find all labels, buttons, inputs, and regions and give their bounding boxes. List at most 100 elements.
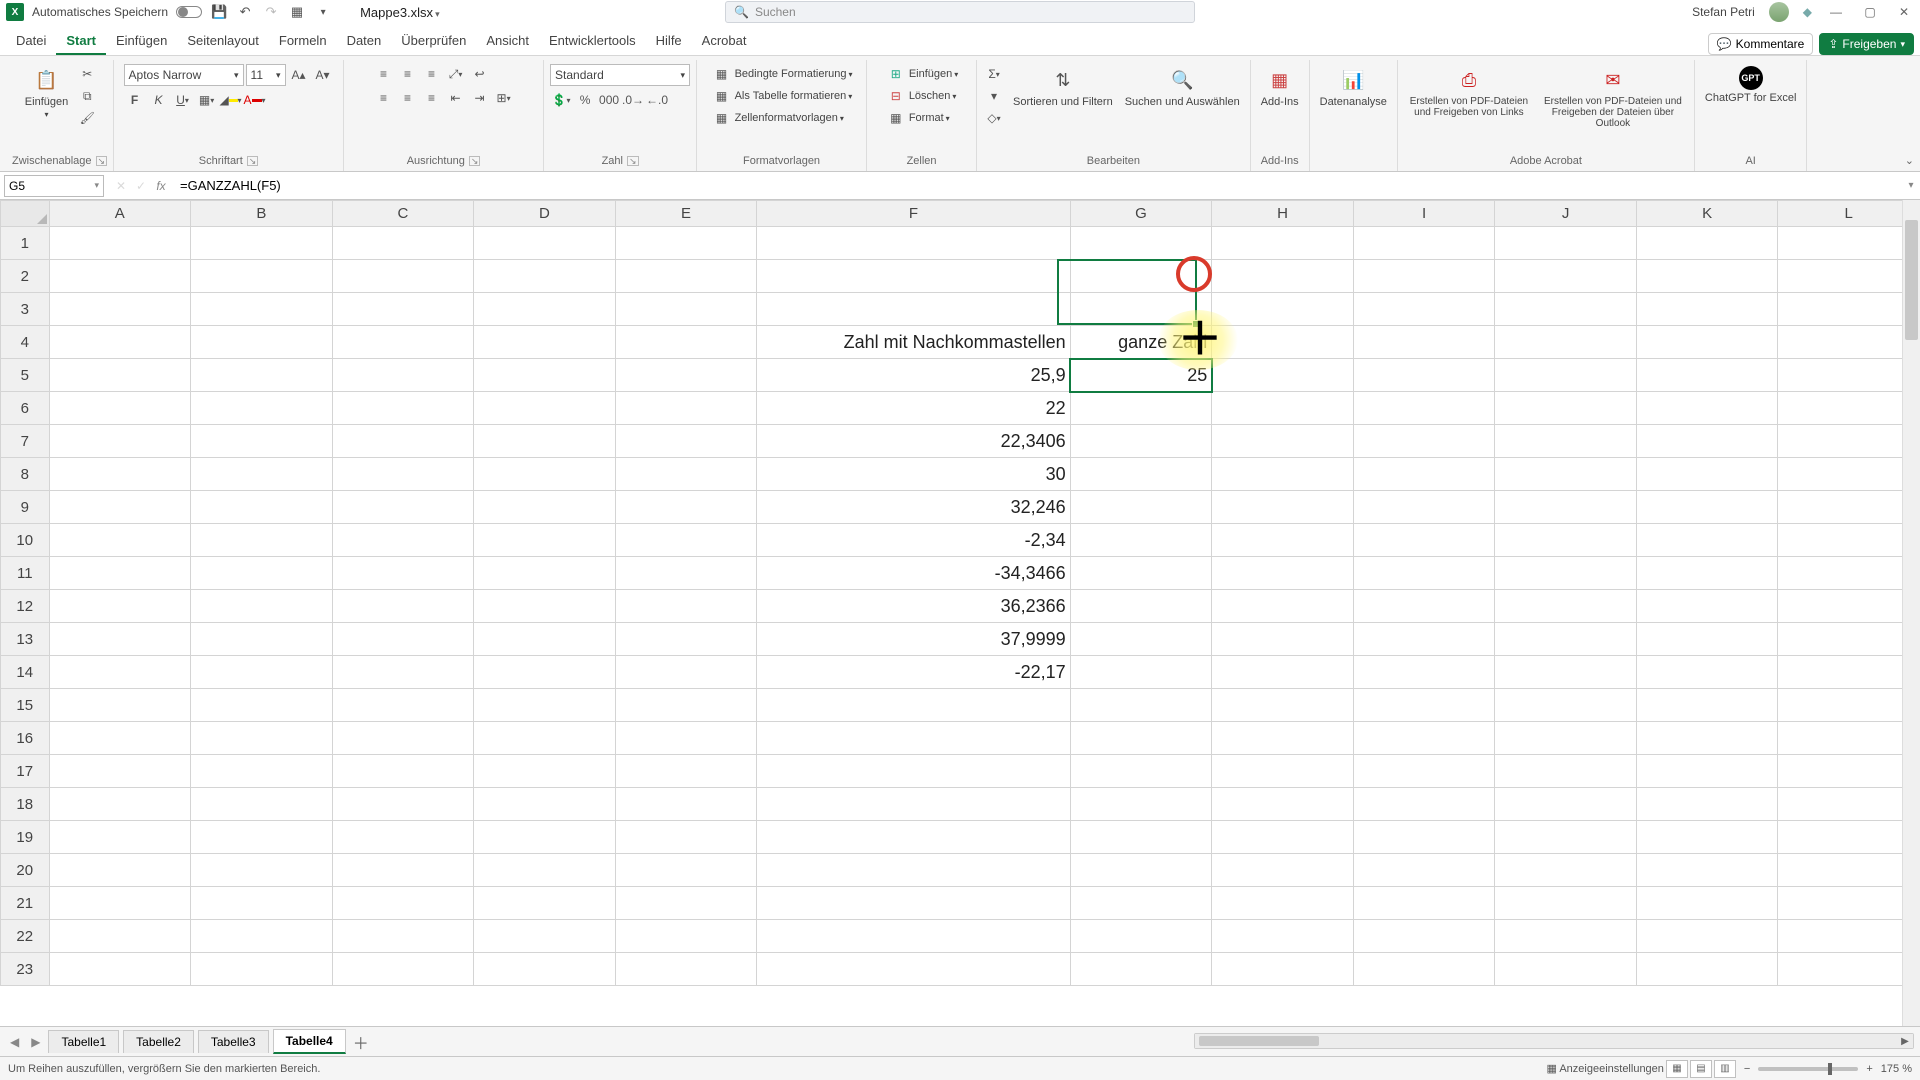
cell-G18[interactable] xyxy=(1070,788,1212,821)
cell-A3[interactable] xyxy=(49,293,191,326)
cell-B12[interactable] xyxy=(191,590,333,623)
tab-help[interactable]: Hilfe xyxy=(646,27,692,55)
cell-G13[interactable] xyxy=(1070,623,1212,656)
cell-B16[interactable] xyxy=(191,722,333,755)
cell-J10[interactable] xyxy=(1495,524,1637,557)
cell-J3[interactable] xyxy=(1495,293,1637,326)
cell-B5[interactable] xyxy=(191,359,333,392)
cell-H18[interactable] xyxy=(1212,788,1354,821)
row-header-12[interactable]: 12 xyxy=(1,590,50,623)
enter-formula-icon[interactable]: ✓ xyxy=(132,179,150,193)
cell-I7[interactable] xyxy=(1353,425,1495,458)
cell-H3[interactable] xyxy=(1212,293,1354,326)
cell-L4[interactable] xyxy=(1778,326,1920,359)
zoom-level[interactable]: 175 % xyxy=(1881,1063,1912,1075)
align-bottom-button[interactable]: ≡ xyxy=(421,64,443,84)
col-header-D[interactable]: D xyxy=(474,201,616,227)
increase-decimal-button[interactable]: .0→ xyxy=(622,90,644,110)
bold-button[interactable]: F xyxy=(124,90,146,110)
cell-F19[interactable] xyxy=(757,821,1070,854)
merge-button[interactable]: ⊞▾ xyxy=(493,88,515,108)
row-header-10[interactable]: 10 xyxy=(1,524,50,557)
cell-J18[interactable] xyxy=(1495,788,1637,821)
sheet-tab-4[interactable]: Tabelle4 xyxy=(273,1029,346,1054)
cell-H17[interactable] xyxy=(1212,755,1354,788)
cell-K22[interactable] xyxy=(1636,920,1778,953)
cell-J15[interactable] xyxy=(1495,689,1637,722)
align-middle-button[interactable]: ≡ xyxy=(397,64,419,84)
formula-bar-expand[interactable]: ▾ xyxy=(1902,180,1920,191)
cell-G6[interactable] xyxy=(1070,392,1212,425)
format-cells-button[interactable]: ▦Format▾ xyxy=(885,108,950,128)
font-name-combo[interactable]: Aptos Narrow▾ xyxy=(124,64,244,86)
row-header-5[interactable]: 5 xyxy=(1,359,50,392)
cell-K15[interactable] xyxy=(1636,689,1778,722)
cell-E22[interactable] xyxy=(615,920,757,953)
cell-F13[interactable]: 37,9999 xyxy=(757,623,1070,656)
cell-E5[interactable] xyxy=(615,359,757,392)
row-header-7[interactable]: 7 xyxy=(1,425,50,458)
cell-D10[interactable] xyxy=(474,524,616,557)
cell-H11[interactable] xyxy=(1212,557,1354,590)
cell-F11[interactable]: -34,3466 xyxy=(757,557,1070,590)
cell-F8[interactable]: 30 xyxy=(757,458,1070,491)
cell-I15[interactable] xyxy=(1353,689,1495,722)
orientation-button[interactable]: ⤢▾ xyxy=(445,64,467,84)
cell-C5[interactable] xyxy=(332,359,474,392)
row-header-6[interactable]: 6 xyxy=(1,392,50,425)
cell-D8[interactable] xyxy=(474,458,616,491)
cell-K16[interactable] xyxy=(1636,722,1778,755)
clear-button[interactable]: ◇▾ xyxy=(983,108,1005,128)
cell-H4[interactable] xyxy=(1212,326,1354,359)
alignment-dialog-launcher[interactable]: ↘ xyxy=(469,156,481,166)
cell-H21[interactable] xyxy=(1212,887,1354,920)
tab-insert[interactable]: Einfügen xyxy=(106,27,177,55)
cell-H16[interactable] xyxy=(1212,722,1354,755)
number-dialog-launcher[interactable]: ↘ xyxy=(627,156,639,166)
cell-L6[interactable] xyxy=(1778,392,1920,425)
paste-button[interactable]: 📋Einfügen▾ xyxy=(21,64,72,121)
tab-acrobat[interactable]: Acrobat xyxy=(692,27,757,55)
cell-A11[interactable] xyxy=(49,557,191,590)
border-button[interactable]: ▦▾ xyxy=(196,90,218,110)
wrap-text-button[interactable]: ↩ xyxy=(469,64,491,84)
cell-F10[interactable]: -2,34 xyxy=(757,524,1070,557)
cell-D1[interactable] xyxy=(474,227,616,260)
cancel-formula-icon[interactable]: ✕ xyxy=(112,179,130,193)
cell-K4[interactable] xyxy=(1636,326,1778,359)
cell-L12[interactable] xyxy=(1778,590,1920,623)
cell-A5[interactable] xyxy=(49,359,191,392)
increase-font-button[interactable]: A▴ xyxy=(288,65,310,85)
cell-E1[interactable] xyxy=(615,227,757,260)
cell-H12[interactable] xyxy=(1212,590,1354,623)
cell-G20[interactable] xyxy=(1070,854,1212,887)
minimize-button[interactable]: — xyxy=(1826,2,1846,22)
sheet-tab-2[interactable]: Tabelle2 xyxy=(123,1030,194,1053)
cell-E3[interactable] xyxy=(615,293,757,326)
ribbon-collapse-button[interactable]: ⌄ xyxy=(1905,154,1914,167)
col-header-H[interactable]: H xyxy=(1212,201,1354,227)
cell-A20[interactable] xyxy=(49,854,191,887)
cell-C7[interactable] xyxy=(332,425,474,458)
cell-K11[interactable] xyxy=(1636,557,1778,590)
redo-icon[interactable]: ↷ xyxy=(262,3,280,21)
cell-F17[interactable] xyxy=(757,755,1070,788)
formula-input[interactable] xyxy=(174,175,1902,197)
col-header-K[interactable]: K xyxy=(1636,201,1778,227)
cut-button[interactable]: ✂ xyxy=(76,64,98,84)
sheet-nav-next[interactable]: ▶ xyxy=(27,1035,44,1049)
cell-C20[interactable] xyxy=(332,854,474,887)
zoom-in-button[interactable]: + xyxy=(1866,1063,1872,1075)
cell-E20[interactable] xyxy=(615,854,757,887)
filename-label[interactable]: Mappe3.xlsx▾ xyxy=(360,5,440,20)
row-header-3[interactable]: 3 xyxy=(1,293,50,326)
cell-I22[interactable] xyxy=(1353,920,1495,953)
cell-K20[interactable] xyxy=(1636,854,1778,887)
cell-J23[interactable] xyxy=(1495,953,1637,986)
cell-B1[interactable] xyxy=(191,227,333,260)
cell-C2[interactable] xyxy=(332,260,474,293)
maximize-button[interactable]: ▢ xyxy=(1860,2,1880,22)
cell-K17[interactable] xyxy=(1636,755,1778,788)
cell-A14[interactable] xyxy=(49,656,191,689)
cell-D4[interactable] xyxy=(474,326,616,359)
